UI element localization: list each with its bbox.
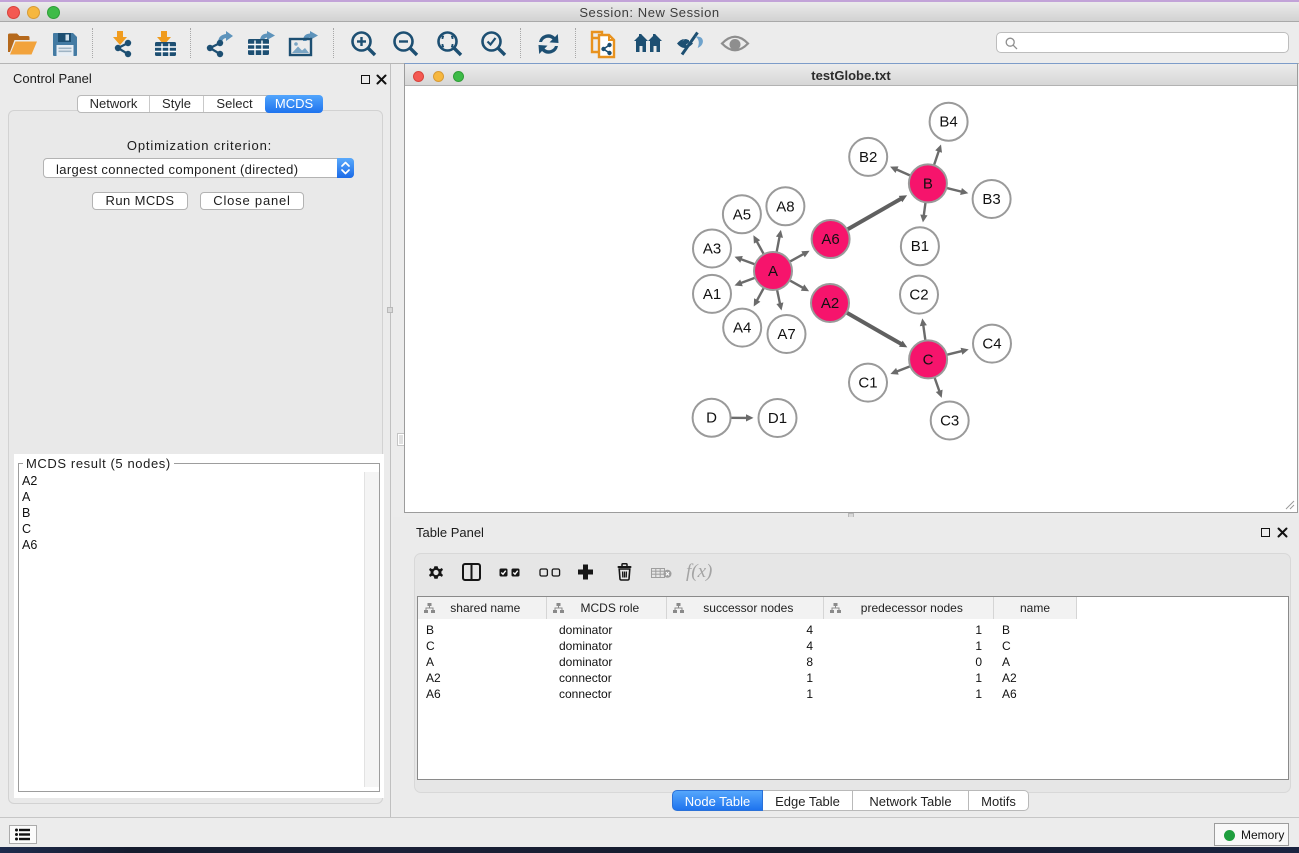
svg-text:A4: A4	[733, 320, 751, 337]
svg-text:C1: C1	[858, 375, 877, 392]
svg-text:A2: A2	[821, 295, 839, 312]
svg-text:C4: C4	[982, 336, 1001, 353]
svg-text:B: B	[923, 175, 933, 192]
svg-text:A6: A6	[821, 231, 839, 248]
svg-text:D: D	[706, 410, 717, 427]
svg-text:B1: B1	[911, 238, 929, 255]
svg-text:B4: B4	[939, 114, 957, 131]
svg-text:A: A	[768, 263, 778, 280]
svg-text:D1: D1	[768, 410, 787, 427]
svg-text:A5: A5	[733, 206, 751, 223]
svg-text:C: C	[923, 351, 934, 368]
svg-text:A3: A3	[703, 241, 721, 258]
svg-text:A8: A8	[776, 198, 794, 215]
svg-text:B2: B2	[859, 149, 877, 166]
svg-text:C3: C3	[940, 413, 959, 430]
svg-text:C2: C2	[909, 287, 928, 304]
svg-text:B3: B3	[982, 191, 1000, 208]
svg-text:A7: A7	[777, 326, 795, 343]
svg-text:A1: A1	[703, 286, 721, 303]
